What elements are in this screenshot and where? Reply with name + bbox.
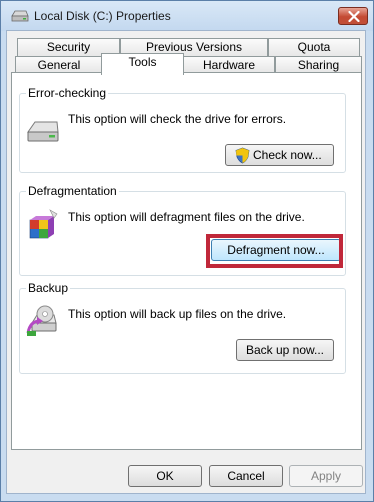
tab-hardware[interactable]: Hardware: [183, 56, 275, 73]
backup-description: This option will back up files on the dr…: [68, 307, 287, 321]
window-title: Local Disk (C:) Properties: [34, 9, 171, 23]
apply-button[interactable]: Apply: [289, 465, 363, 487]
error-checking-description: This option will check the drive for err…: [68, 112, 287, 126]
defrag-icon: [26, 208, 60, 245]
check-now-button[interactable]: Check now...: [225, 144, 334, 166]
cancel-button[interactable]: Cancel: [209, 465, 283, 487]
backup-icon: [26, 305, 60, 340]
defragmentation-title: Defragmentation: [26, 184, 119, 198]
drive-icon: [11, 9, 29, 22]
close-icon: [348, 11, 360, 22]
defragmentation-description: This option will defragment files on the…: [68, 210, 305, 224]
close-button[interactable]: [338, 7, 368, 25]
tab-quota[interactable]: Quota: [268, 38, 360, 57]
hard-drive-icon: [26, 118, 60, 147]
tab-general[interactable]: General: [15, 56, 103, 73]
highlight-box: [206, 234, 343, 268]
tab-sharing[interactable]: Sharing: [275, 56, 362, 73]
back-up-now-button[interactable]: Back up now...: [236, 339, 334, 361]
error-checking-title: Error-checking: [26, 86, 109, 100]
backup-title: Backup: [26, 281, 71, 295]
check-now-label: Check now...: [253, 148, 322, 162]
error-checking-group: Error-checking This option will check th…: [19, 86, 346, 173]
tab-tools[interactable]: Tools: [101, 53, 184, 75]
backup-group: Backup This option will back up files on…: [19, 281, 346, 374]
ok-button[interactable]: OK: [128, 465, 202, 487]
shield-icon: [235, 147, 250, 170]
title-bar[interactable]: Local Disk (C:) Properties: [1, 1, 373, 31]
